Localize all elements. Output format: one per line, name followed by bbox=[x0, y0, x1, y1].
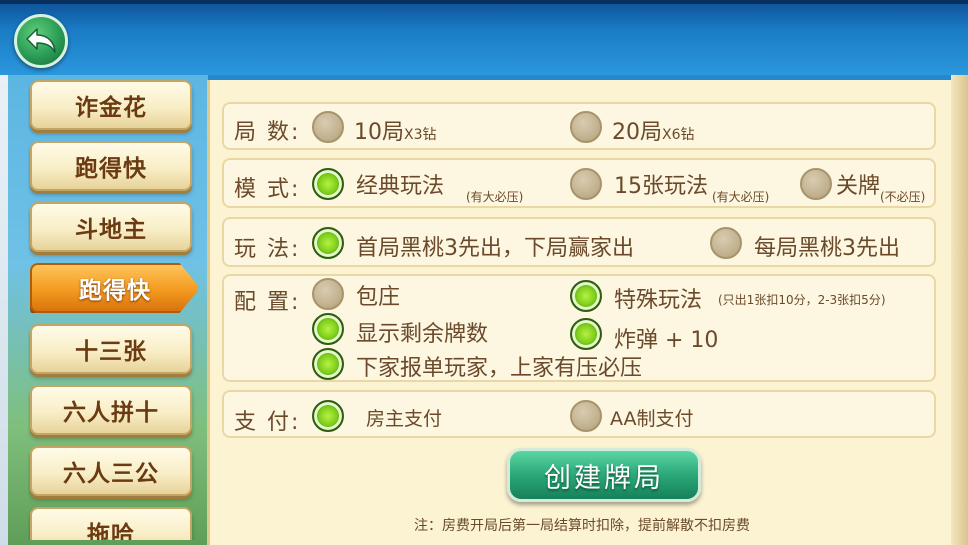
rounds-10-radio[interactable] bbox=[312, 111, 344, 143]
menu-item-liurenpinshi[interactable]: 六人拼十 bbox=[30, 385, 192, 435]
config-bomb-radio[interactable] bbox=[570, 318, 602, 350]
top-bar bbox=[0, 0, 968, 75]
config-special-text: 特殊玩法 bbox=[614, 288, 703, 313]
config-baozhuang-text: 包庄 bbox=[356, 285, 401, 310]
config-show-remaining-radio[interactable] bbox=[312, 313, 344, 345]
play-first-spade3-text: 首局黑桃3先出，下局赢家出 bbox=[356, 236, 634, 261]
menu-item-liurensangong[interactable]: 六人三公 bbox=[30, 446, 192, 496]
mode-15cards-note: (有大必压) bbox=[712, 190, 770, 204]
payment-owner-radio[interactable] bbox=[312, 400, 344, 432]
rounds-label: 局 数: bbox=[234, 120, 301, 145]
mode-label: 模 式: bbox=[234, 177, 301, 202]
mode-row: 模 式: 经典玩法 (有大必压) 15张玩法 (有大必压) 关牌 (不必压) bbox=[222, 158, 936, 208]
right-edge bbox=[951, 75, 968, 545]
play-every-spade3-radio[interactable] bbox=[710, 227, 742, 259]
menu-item-zhajinhua[interactable]: 诈金花 bbox=[30, 80, 192, 130]
rounds-20-radio[interactable] bbox=[570, 111, 602, 143]
payment-owner-text: 房主支付 bbox=[366, 408, 443, 430]
payment-aa-radio[interactable] bbox=[570, 400, 602, 432]
back-button[interactable] bbox=[14, 14, 68, 68]
config-report-single-text: 下家报单玩家，上家有压必压 bbox=[356, 356, 643, 381]
mode-15cards-radio[interactable] bbox=[570, 168, 602, 200]
left-edge bbox=[0, 75, 8, 545]
play-first-spade3-radio[interactable] bbox=[312, 227, 344, 259]
rounds-10-text: 10局X3钻 bbox=[354, 120, 437, 145]
menu-item-tuoha[interactable]: 拖哈 bbox=[30, 507, 192, 540]
back-arrow-icon bbox=[26, 28, 56, 53]
config-show-remaining-text: 显示剩余牌数 bbox=[356, 322, 489, 347]
menu-item-paodekuai-active[interactable]: 跑得快 bbox=[30, 263, 198, 313]
settings-panel: 局 数: 10局X3钻 20局X6钻 模 式: 经典玩法 (有大必压) 15张玩… bbox=[207, 80, 951, 545]
payment-aa-text: AA制支付 bbox=[610, 408, 694, 430]
config-row: 配 置: 包庄 特殊玩法 (只出1张扣10分，2-3张扣5分) 显示剩余牌数 炸… bbox=[222, 274, 936, 382]
mode-guanpai-note: (不必压) bbox=[880, 190, 926, 204]
mode-classic-note: (有大必压) bbox=[466, 190, 524, 204]
fee-note: 注：房费开局后第一局结算时扣除，提前解散不扣房费 bbox=[414, 518, 750, 534]
rounds-20-text: 20局X6钻 bbox=[612, 120, 695, 145]
payment-label: 支 付: bbox=[234, 410, 301, 435]
config-special-radio[interactable] bbox=[570, 280, 602, 312]
payment-row: 支 付: 房主支付 AA制支付 bbox=[222, 390, 936, 438]
play-label: 玩 法: bbox=[234, 237, 301, 262]
mode-guanpai-text: 关牌 bbox=[836, 174, 881, 199]
mode-guanpai-radio[interactable] bbox=[800, 168, 832, 200]
rounds-row: 局 数: 10局X3钻 20局X6钻 bbox=[222, 102, 936, 150]
config-label: 配 置: bbox=[234, 290, 301, 315]
play-every-spade3-text: 每局黑桃3先出 bbox=[754, 236, 900, 261]
create-game-button[interactable]: 创建牌局 bbox=[507, 448, 701, 502]
mode-classic-text: 经典玩法 bbox=[356, 174, 445, 199]
menu-item-shisanzhang[interactable]: 十三张 bbox=[30, 324, 192, 374]
config-special-note: (只出1张扣10分，2-3张扣5分) bbox=[718, 293, 886, 307]
menu-item-doudizhu[interactable]: 斗地主 bbox=[30, 202, 192, 252]
menu-item-paodekuai[interactable]: 跑得快 bbox=[30, 141, 192, 191]
play-row: 玩 法: 首局黑桃3先出，下局赢家出 每局黑桃3先出 bbox=[222, 217, 936, 267]
mode-classic-radio[interactable] bbox=[312, 168, 344, 200]
config-baozhuang-radio[interactable] bbox=[312, 278, 344, 310]
config-report-single-radio[interactable] bbox=[312, 348, 344, 380]
game-type-menu: 诈金花 跑得快 斗地主 跑得快 十三张 六人拼十 六人三公 拖哈 bbox=[28, 80, 198, 540]
mode-15cards-text: 15张玩法 bbox=[614, 174, 708, 199]
